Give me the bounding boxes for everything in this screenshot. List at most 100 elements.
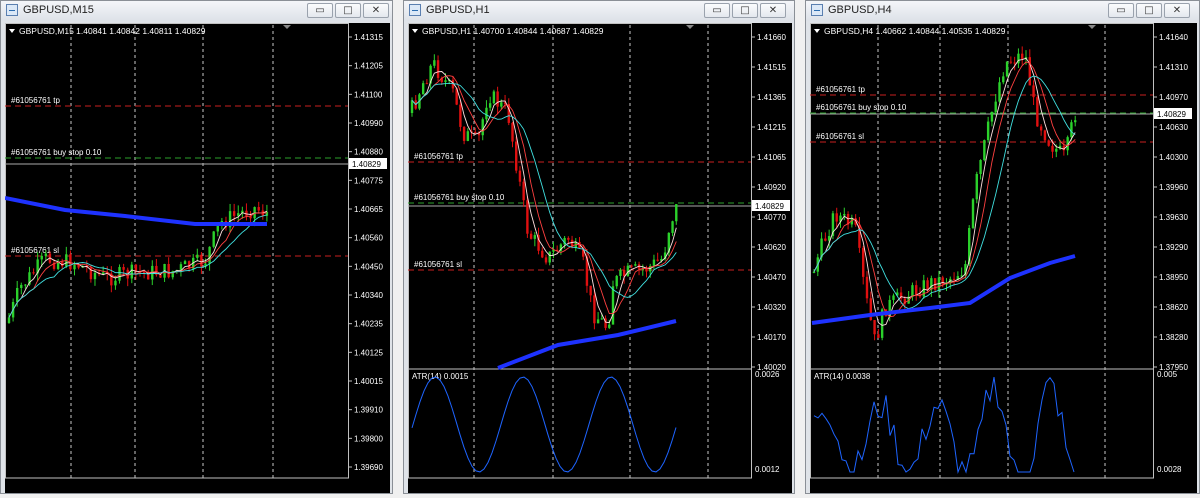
candle-bull <box>485 107 488 120</box>
time-label: 10 May 00:00 <box>984 483 1036 493</box>
close-button[interactable]: ✕ <box>1164 3 1190 18</box>
candle-bull <box>930 278 933 290</box>
window-titlebar[interactable]: GBPUSD,H1 ▭ □ ✕ <box>404 1 794 21</box>
time-label: 14 May 04:00 <box>122 483 174 493</box>
chart-header: GBPUSD,M15 1.40841 1.40842 1.40811 1.408… <box>19 26 206 36</box>
price-chart[interactable]: GBPUSD,H4 1.40662 1.40844 1.40535 1.4082… <box>810 23 1197 493</box>
candle-bear <box>122 267 125 270</box>
candle-bear <box>824 238 827 241</box>
atr-label: ATR(14) 0.0015 <box>412 372 469 381</box>
chart-menu-arrow <box>9 29 15 33</box>
close-button[interactable]: ✕ <box>760 3 786 18</box>
atr-min-label: 0.0012 <box>755 465 780 474</box>
price-chart[interactable]: GBPUSD,M15 1.40841 1.40842 1.40811 1.408… <box>4 23 390 493</box>
candle-bull <box>492 91 496 104</box>
candle-bull <box>444 80 447 83</box>
candle-bear <box>518 170 522 182</box>
atr-line <box>411 376 677 473</box>
order-entry-label: #61056761 buy stop 0.10 <box>414 193 505 202</box>
candle-bear <box>526 200 529 234</box>
candle-bear <box>200 254 203 267</box>
time-label: 12 May 16:00 <box>1042 483 1094 493</box>
minimize-button[interactable]: ▭ <box>1108 3 1134 18</box>
current-price-label: 1.40829 <box>352 160 381 169</box>
candle-bear <box>862 247 865 277</box>
ma-medium-line <box>8 212 267 318</box>
price-label: 1.39800 <box>354 434 383 443</box>
atr-label: ATR(14) 0.0038 <box>814 372 871 381</box>
atr-line <box>813 376 1075 474</box>
candle-bull <box>548 251 551 263</box>
candle-bull <box>433 60 436 66</box>
minimize-button[interactable]: ▭ <box>307 3 333 18</box>
candle-bear <box>926 280 929 290</box>
shift-marker <box>283 25 291 29</box>
chart-canvas[interactable]: GBPUSD,H4 1.40662 1.40844 1.40535 1.4082… <box>810 23 1197 493</box>
restore-button[interactable]: □ <box>1136 3 1162 18</box>
time-label: 13 May 2021 <box>9 483 58 493</box>
candle-bull <box>1055 148 1058 152</box>
candle-bull <box>488 103 492 108</box>
candle-bull <box>73 264 76 270</box>
price-label: 1.41215 <box>757 123 786 132</box>
window-titlebar[interactable]: GBPUSD,M15 ▭ □ ✕ <box>1 1 392 21</box>
candle-bear <box>77 264 80 268</box>
candle-bull <box>481 119 484 136</box>
chart-window-gbpusd-m15: GBPUSD,M15 ▭ □ ✕ GBPUSD,M15 1.40841 1.40… <box>0 0 393 494</box>
price-label: 1.40560 <box>354 234 383 243</box>
candle-bull <box>44 253 48 256</box>
restore-button[interactable]: □ <box>335 3 361 18</box>
candle-bull <box>24 284 27 286</box>
chart-window-gbpusd-h1: GBPUSD,H1 ▭ □ ✕ GBPUSD,H1 1.40700 1.4084… <box>403 0 795 494</box>
chart-canvas[interactable]: GBPUSD,H1 1.40700 1.40844 1.40687 1.4082… <box>408 23 792 493</box>
price-label: 1.41365 <box>757 93 786 102</box>
candle-bull <box>619 270 622 276</box>
price-label: 1.40340 <box>354 291 383 300</box>
minimize-button[interactable]: ▭ <box>704 3 730 18</box>
price-label: 1.41660 <box>757 33 786 42</box>
candle-bull <box>466 131 470 141</box>
candle-bull <box>118 267 121 281</box>
price-label: 1.40235 <box>354 320 383 329</box>
candle-bear <box>425 83 429 85</box>
candle-bear <box>1047 140 1050 146</box>
candle-bull <box>114 280 117 286</box>
order-tp-label: #61056761 tp <box>816 85 865 94</box>
price-label: 1.41515 <box>757 63 786 72</box>
candle-bull <box>196 254 199 258</box>
candle-bear <box>496 91 499 107</box>
time-label: 14 May 08:00 <box>179 483 231 493</box>
candle-bull <box>208 246 211 264</box>
time-label: 12 May 19:00 <box>525 483 577 493</box>
price-label: 1.40970 <box>1159 93 1188 102</box>
restore-button[interactable]: □ <box>732 3 758 18</box>
candle-bear <box>873 320 876 335</box>
atr-min-label: 0.0028 <box>1157 465 1182 474</box>
candle-bear <box>541 250 544 258</box>
candle-bear <box>167 263 170 278</box>
chart-menu-arrow <box>814 29 820 33</box>
order-entry-label: #61056761 buy stop 0.10 <box>11 148 102 157</box>
price-label: 1.39290 <box>1159 243 1188 252</box>
price-label: 1.39690 <box>354 463 383 472</box>
candle-bull <box>20 284 23 288</box>
candle-bull <box>1070 122 1073 138</box>
price-label: 1.40320 <box>757 303 786 312</box>
candle-bear <box>232 211 236 216</box>
price-chart[interactable]: GBPUSD,H1 1.40700 1.40844 1.40687 1.4082… <box>408 23 792 493</box>
time-label: 11 May 2021 <box>412 483 461 493</box>
price-label: 1.39960 <box>1159 183 1188 192</box>
close-button[interactable]: ✕ <box>363 3 389 18</box>
ma-slow-line <box>8 214 268 318</box>
candle-bear <box>656 259 659 261</box>
chart-window-gbpusd-h4: GBPUSD,H4 ▭ □ ✕ GBPUSD,H4 1.40662 1.4084… <box>805 0 1200 494</box>
price-label: 1.41310 <box>1159 63 1188 72</box>
chart-canvas[interactable]: GBPUSD,M15 1.40841 1.40842 1.40811 1.408… <box>4 23 390 493</box>
candle-bull <box>608 324 611 328</box>
order-sl-label: #61056761 sl <box>816 132 864 141</box>
chart-header: GBPUSD,H1 1.40700 1.40844 1.40687 1.4082… <box>422 26 604 36</box>
candle-bear <box>567 237 570 240</box>
candle-bear <box>159 274 162 278</box>
window-titlebar[interactable]: GBPUSD,H4 ▭ □ ✕ <box>806 1 1199 21</box>
candle-bull <box>634 264 637 266</box>
